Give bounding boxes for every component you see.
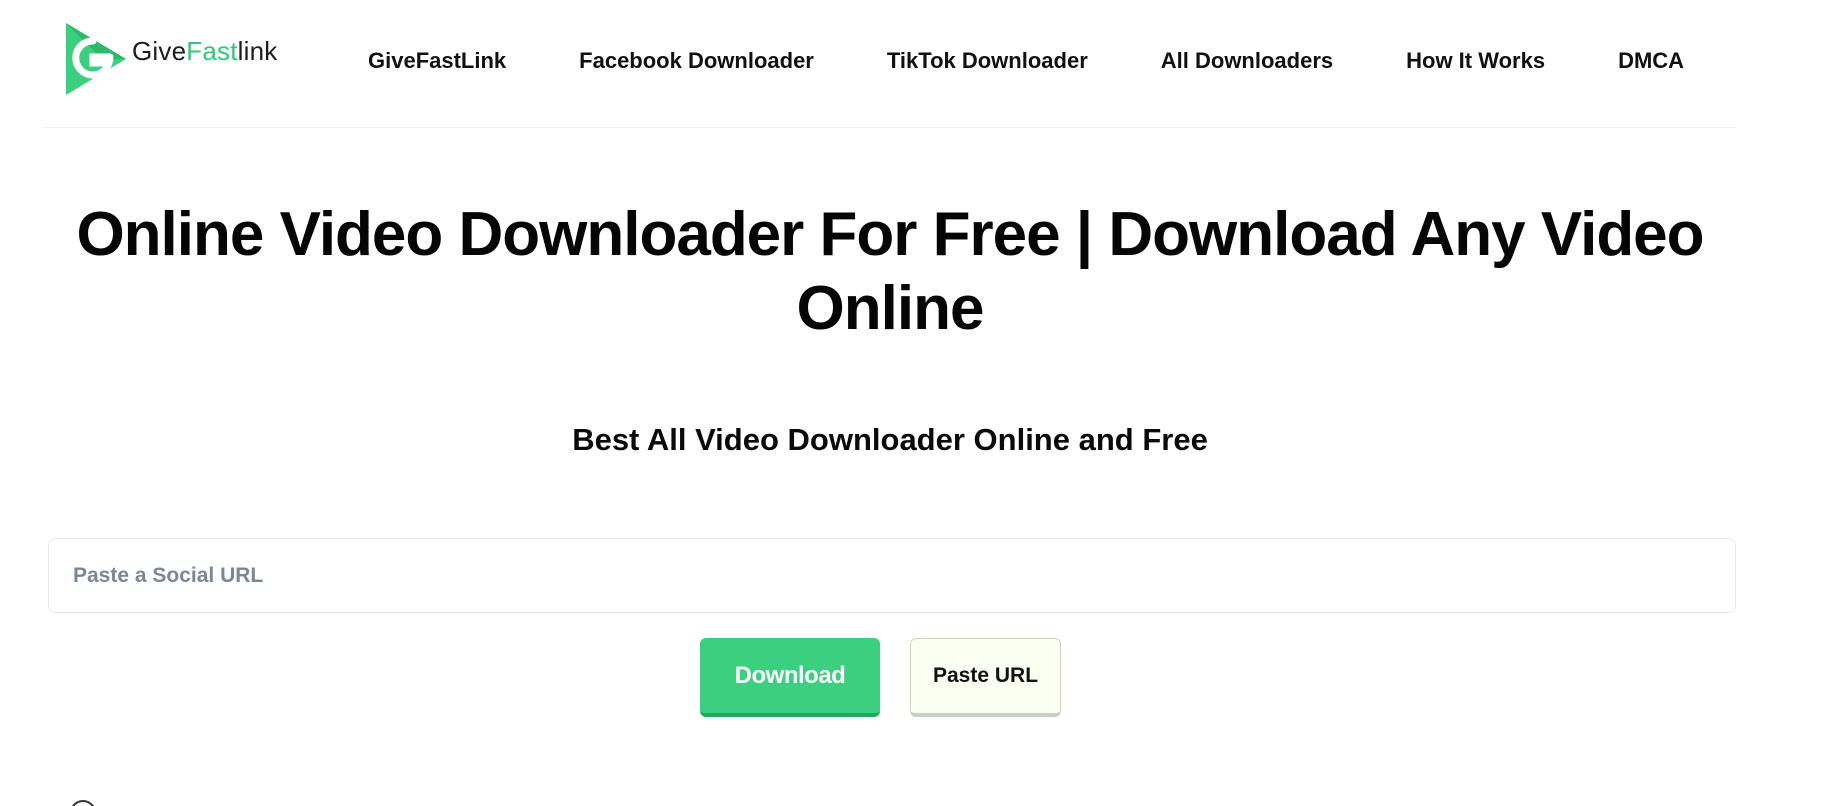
nav-item-facebook-downloader[interactable]: Facebook Downloader <box>579 48 814 74</box>
paste-url-button[interactable]: Paste URL <box>910 638 1061 717</box>
page-title: Online Video Downloader For Free | Downl… <box>76 200 1704 343</box>
url-input[interactable] <box>48 538 1736 613</box>
site-logo[interactable]: GiveFastlink <box>62 18 277 98</box>
nav-item-tiktok-downloader[interactable]: TikTok Downloader <box>887 48 1088 74</box>
nav-item-how-it-works[interactable]: How It Works <box>1406 48 1545 74</box>
g-play-logo-icon <box>66 23 126 95</box>
site-header: GiveFastlink GiveFastLink Facebook Downl… <box>44 0 1736 128</box>
page-subtitle: Best All Video Downloader Online and Fre… <box>572 422 1208 457</box>
brand-name: GiveFastlink <box>132 35 278 66</box>
partial-circle-icon <box>70 800 96 806</box>
main-nav: GiveFastLink Facebook Downloader TikTok … <box>368 48 1684 74</box>
page: GiveFastlink GiveFastLink Facebook Downl… <box>0 0 1824 806</box>
nav-item-all-downloaders[interactable]: All Downloaders <box>1161 48 1333 74</box>
nav-item-dmca[interactable]: DMCA <box>1618 48 1684 74</box>
nav-item-givefastlink[interactable]: GiveFastLink <box>368 48 506 74</box>
download-button[interactable]: Download <box>700 638 880 717</box>
